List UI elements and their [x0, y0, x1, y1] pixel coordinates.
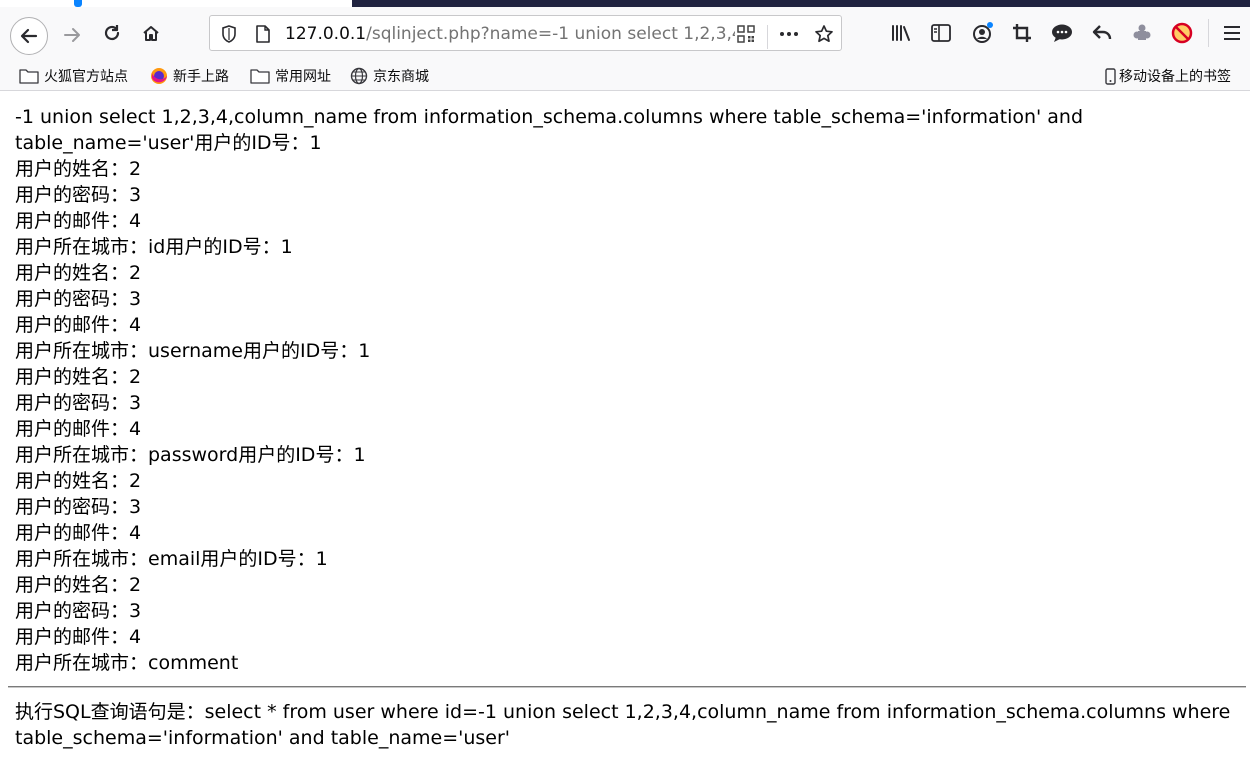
mobile-device-icon — [1105, 67, 1116, 85]
globe-icon — [350, 67, 368, 85]
page-actions-button[interactable] — [776, 23, 802, 45]
puzzle-icon — [1133, 24, 1151, 40]
more-dots-icon — [780, 32, 798, 36]
library-icon — [892, 25, 910, 41]
undo-extension-button[interactable] — [1088, 19, 1116, 47]
navigation-toolbar: 127.0.0.1/sqlinject.php?name=-1 union se… — [0, 7, 1250, 61]
title-strip — [0, 0, 1250, 7]
url-host: 127.0.0.1 — [285, 24, 367, 44]
star-icon — [815, 25, 833, 43]
back-button[interactable] — [10, 17, 48, 55]
bookmark-item-jd-mall[interactable]: 京东商城 — [350, 65, 429, 87]
bookmark-item-getting-started[interactable]: 新手上路 — [150, 65, 229, 87]
firefox-icon — [150, 67, 168, 85]
executed-sql-statement: 执行SQL查询语句是：select * from user where id=-… — [15, 701, 1231, 749]
bookmarks-toolbar: 火狐官方站点 新手上路 常用网址 京东商城 移动设备上的书签 — [0, 61, 1250, 91]
bookmark-item-common-sites[interactable]: 常用网址 — [250, 65, 331, 87]
bookmark-item-firefox-official[interactable]: 火狐官方站点 — [19, 65, 128, 87]
mobile-bookmarks-item[interactable]: 移动设备上的书签 — [1105, 65, 1231, 87]
horizontal-rule — [8, 686, 1246, 688]
reload-icon — [104, 25, 120, 41]
blocker-extension-button[interactable] — [1168, 19, 1196, 47]
url-separator — [767, 25, 768, 49]
screenshot-button[interactable] — [1008, 19, 1036, 47]
folder-icon — [19, 68, 39, 84]
shield-icon — [222, 25, 236, 43]
account-icon — [973, 22, 993, 43]
toolbar-separator — [1208, 19, 1209, 47]
query-output-text: -1 union select 1,2,3,4,column_name from… — [15, 106, 1084, 674]
puzzle-extension-button[interactable] — [1128, 19, 1156, 47]
home-button[interactable] — [137, 19, 165, 47]
folder-icon — [250, 68, 270, 84]
account-button[interactable] — [968, 19, 996, 47]
speech-bubble-icon — [1052, 24, 1072, 42]
bookmark-label: 常用网址 — [275, 69, 331, 85]
bookmark-label: 京东商城 — [373, 69, 429, 85]
sidebar-button[interactable] — [928, 20, 954, 46]
hamburger-menu-icon — [1224, 26, 1240, 40]
forward-arrow-icon — [64, 28, 80, 42]
back-arrow-icon — [20, 28, 38, 44]
left-edge-artifact — [0, 340, 6, 460]
menu-button[interactable] — [1218, 19, 1246, 47]
page-content: -1 union select 1,2,3,4,column_name from… — [15, 104, 1240, 676]
active-tab-indicator — [74, 0, 82, 7]
crop-icon — [1013, 24, 1031, 42]
site-info-button[interactable] — [252, 23, 274, 45]
chat-extension-button[interactable] — [1048, 19, 1076, 47]
reload-button[interactable] — [98, 19, 126, 47]
reply-arrow-icon — [1092, 25, 1112, 40]
mobile-bookmarks-label: 移动设备上的书签 — [1119, 69, 1231, 85]
bookmark-label: 新手上路 — [173, 69, 229, 85]
url-path: /sqlinject.php?name=-1 union select 1,2,… — [366, 24, 735, 44]
qr-code-button[interactable] — [735, 23, 757, 45]
home-icon — [143, 26, 159, 41]
bookmark-star-button[interactable] — [812, 22, 836, 46]
tracking-protection-button[interactable] — [218, 23, 240, 45]
bookmark-label: 火狐官方站点 — [44, 69, 128, 85]
address-bar[interactable]: 127.0.0.1/sqlinject.php?name=-1 union se… — [209, 15, 842, 51]
sidebar-icon — [931, 24, 951, 42]
page-icon — [256, 25, 270, 43]
blocked-icon — [1171, 22, 1193, 44]
url-text[interactable]: 127.0.0.1/sqlinject.php?name=-1 union se… — [285, 23, 735, 45]
library-button[interactable] — [889, 20, 915, 46]
tab-strip — [352, 0, 1250, 7]
qr-code-icon — [737, 25, 755, 43]
forward-button[interactable] — [58, 21, 86, 49]
